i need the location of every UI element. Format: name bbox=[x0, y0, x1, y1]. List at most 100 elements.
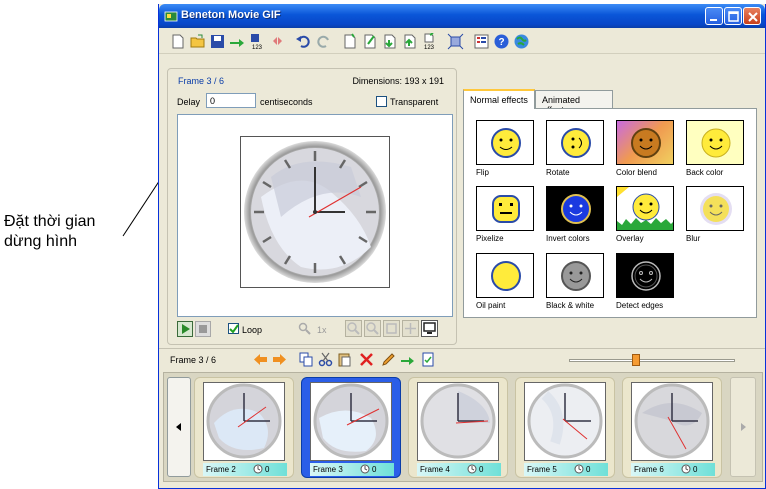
smiley-icon bbox=[701, 128, 731, 158]
export-frame-button[interactable] bbox=[401, 33, 418, 50]
effect-color-blend[interactable]: Color blend bbox=[610, 120, 674, 178]
frame-delay: 0 bbox=[693, 465, 698, 474]
effect-blur[interactable]: Blur bbox=[680, 186, 744, 244]
effect-overlay[interactable]: Overlay bbox=[610, 186, 674, 244]
app-icon bbox=[164, 11, 178, 22]
frame-strip: Frame 2 0 Frame 3 0 Frame 4 0 Frame 5 0 … bbox=[163, 372, 763, 482]
copy-button[interactable] bbox=[299, 352, 314, 367]
new-file-icon bbox=[172, 34, 184, 49]
play-button[interactable] bbox=[177, 321, 193, 337]
frame-thumbnail-5[interactable]: Frame 5 0 bbox=[515, 377, 615, 478]
frame-name: Frame 5 bbox=[527, 465, 557, 474]
frame-thumbnail-3[interactable]: Frame 3 0 bbox=[301, 377, 401, 478]
transparent-checkbox[interactable] bbox=[376, 96, 387, 107]
delay-input[interactable] bbox=[206, 93, 256, 108]
effect-back-color[interactable]: Back color bbox=[680, 120, 744, 178]
open-button[interactable] bbox=[189, 33, 206, 50]
export-frame-icon bbox=[404, 34, 416, 49]
frame-thumbnail-6[interactable]: Frame 6 0 bbox=[622, 377, 722, 478]
zoom-out-button[interactable] bbox=[364, 320, 381, 337]
zoom-actual-button[interactable] bbox=[402, 320, 419, 337]
tab-animated-effects[interactable]: Animated effects bbox=[535, 90, 613, 115]
tab-normal-effects[interactable]: Normal effects bbox=[463, 89, 535, 109]
frame-info: Frame 2 0 bbox=[203, 463, 287, 476]
smiley-icon bbox=[631, 261, 661, 291]
new-button[interactable] bbox=[169, 33, 186, 50]
frame-info: Frame 3 0 bbox=[310, 463, 394, 476]
delete-button[interactable] bbox=[359, 352, 374, 367]
smiley-icon bbox=[561, 128, 591, 158]
window-title: Beneton Movie GIF bbox=[181, 9, 281, 21]
effect-flip[interactable]: Flip bbox=[470, 120, 534, 178]
scroll-right-button[interactable] bbox=[730, 377, 756, 477]
effect-label: Detect edges bbox=[616, 301, 664, 310]
reload-button[interactable] bbox=[269, 33, 286, 50]
scroll-left-button[interactable] bbox=[167, 377, 191, 477]
properties-frame-button[interactable] bbox=[421, 352, 436, 367]
frame-delay: 0 bbox=[372, 465, 377, 474]
cut-button[interactable] bbox=[318, 352, 333, 367]
stop-icon bbox=[199, 325, 207, 333]
insert-frame-icon bbox=[344, 33, 356, 49]
effect-detect-edges[interactable]: Detect edges bbox=[610, 253, 674, 311]
move-left-button[interactable] bbox=[253, 352, 268, 367]
save-as-button[interactable] bbox=[229, 33, 246, 50]
slider-handle[interactable] bbox=[632, 354, 640, 366]
smiley-icon bbox=[561, 194, 591, 224]
edit-frame-button[interactable] bbox=[361, 33, 378, 50]
svg-text:?: ? bbox=[499, 37, 505, 48]
close-button[interactable] bbox=[743, 7, 761, 25]
help-button[interactable]: ? bbox=[493, 33, 510, 50]
delay-clock-icon bbox=[681, 464, 691, 474]
maximize-button[interactable] bbox=[724, 7, 742, 25]
save-button[interactable] bbox=[209, 33, 226, 50]
frame-info: Frame 4 0 bbox=[417, 463, 501, 476]
insert-frame-button[interactable] bbox=[341, 33, 358, 50]
color-blend-preview bbox=[616, 120, 674, 165]
effects-panel: Normal effects Animated effects Flip Rot… bbox=[463, 89, 759, 320]
delay-clock-icon bbox=[574, 464, 584, 474]
annotation-text: Đặt thời gian dừng hình bbox=[4, 212, 95, 252]
fit-button[interactable] bbox=[447, 33, 464, 50]
zoom-in-button[interactable] bbox=[345, 320, 362, 337]
numbered-frames-button[interactable]: 123 bbox=[421, 32, 438, 51]
effect-invert-colors[interactable]: Invert colors bbox=[540, 186, 604, 244]
fullscreen-button[interactable] bbox=[421, 320, 438, 337]
title-bar[interactable]: Beneton Movie GIF bbox=[159, 4, 765, 28]
frame-image bbox=[631, 382, 713, 461]
move-right-button[interactable] bbox=[272, 352, 287, 367]
loop-checkbox[interactable] bbox=[228, 323, 239, 334]
redo-button[interactable] bbox=[315, 33, 332, 50]
reload-icon bbox=[273, 37, 282, 45]
effect-black-white[interactable]: Black & white bbox=[540, 253, 604, 311]
thumbnail-size-slider[interactable] bbox=[569, 359, 735, 362]
effect-rotate[interactable]: Rotate bbox=[540, 120, 604, 178]
frame-thumbnail-2[interactable]: Frame 2 0 bbox=[194, 377, 294, 478]
play-icon bbox=[182, 324, 190, 334]
import-frame-button[interactable] bbox=[381, 33, 398, 50]
paste-button[interactable] bbox=[337, 352, 352, 367]
back-color-preview bbox=[686, 120, 744, 165]
frame-image bbox=[203, 382, 285, 461]
undo-button[interactable] bbox=[295, 33, 312, 50]
export-button[interactable] bbox=[400, 352, 415, 367]
web-button[interactable] bbox=[513, 33, 530, 50]
edit-button[interactable] bbox=[381, 352, 396, 367]
stop-button[interactable] bbox=[195, 321, 211, 337]
open-folder-icon bbox=[190, 34, 205, 48]
zoom-fit-button[interactable] bbox=[383, 320, 400, 337]
frame-image bbox=[310, 382, 392, 461]
effect-pixelize[interactable]: Pixelize bbox=[470, 186, 534, 244]
properties-button[interactable] bbox=[473, 33, 490, 50]
minimize-button[interactable] bbox=[705, 7, 723, 25]
effect-oil-paint[interactable]: Oil paint bbox=[470, 253, 534, 311]
clock-image bbox=[244, 141, 386, 283]
strip-frame-label: Frame 3 / 6 bbox=[170, 355, 217, 365]
effect-label: Flip bbox=[476, 168, 489, 177]
save-numbered-button[interactable]: 123 bbox=[249, 33, 266, 51]
preview-image bbox=[240, 136, 390, 288]
frame-name: Frame 2 bbox=[206, 465, 236, 474]
frame-thumbnail-4[interactable]: Frame 4 0 bbox=[408, 377, 508, 478]
zoom-out-icon bbox=[366, 322, 379, 335]
delay-clock-icon bbox=[253, 464, 263, 474]
